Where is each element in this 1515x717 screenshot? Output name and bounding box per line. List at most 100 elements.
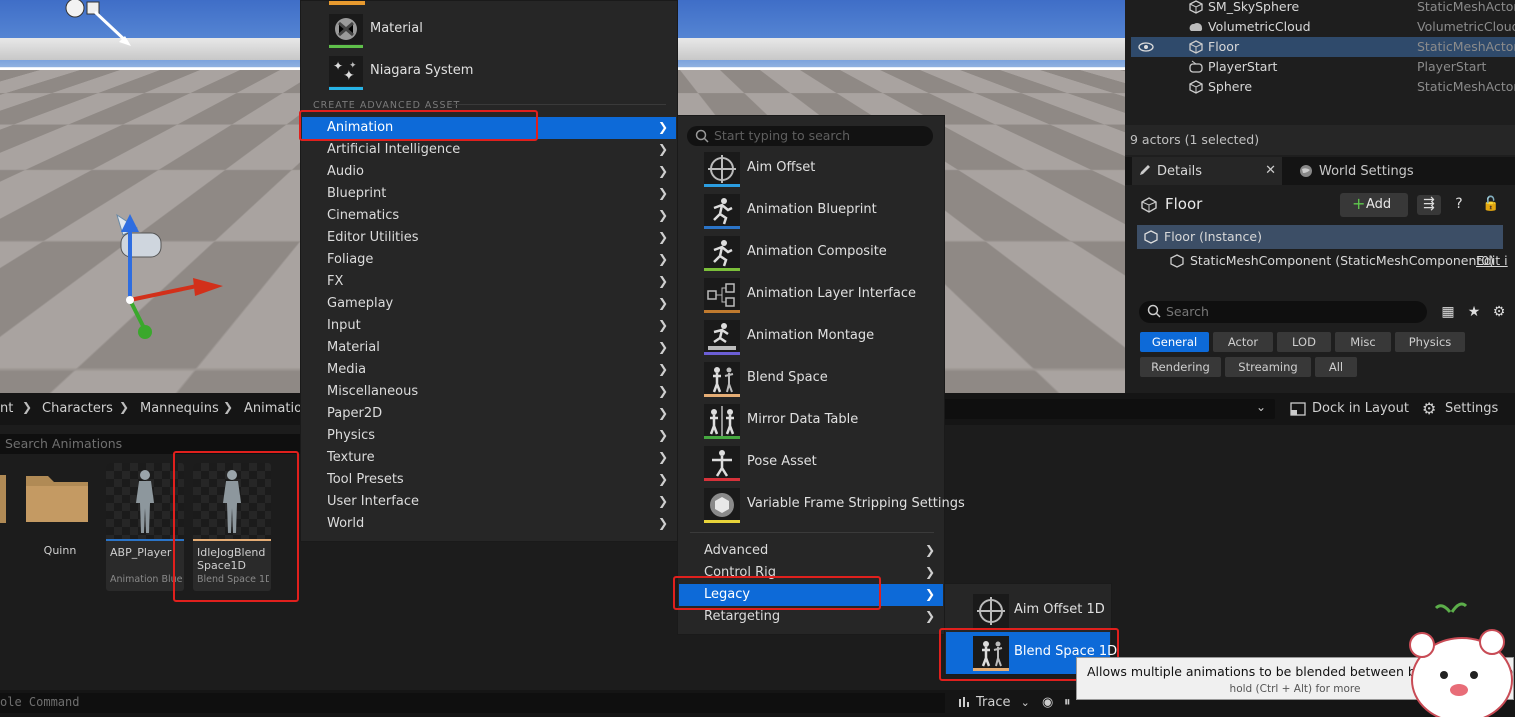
filter-streaming[interactable]: Streaming [1225, 357, 1311, 377]
menu-item-foliage[interactable]: Foliage ❯ [302, 249, 676, 271]
chevron-right-icon: ❯ [657, 142, 668, 156]
menu-item-animation-montage[interactable]: Animation Montage [679, 316, 943, 358]
trace-button[interactable]: Trace ⌄ [958, 695, 1030, 710]
lock-icon[interactable]: 🔓 [1481, 195, 1501, 215]
visibility-eye-icon[interactable] [1138, 41, 1154, 52]
help-icon[interactable]: ? [1449, 195, 1469, 215]
outliner-row-selected[interactable]: Floor StaticMeshActor [1131, 37, 1515, 57]
breadcrumb-item[interactable]: Mannequins [140, 401, 219, 416]
menu-item-aim-offset-1d[interactable]: Aim Offset 1D [946, 590, 1110, 632]
chevron-down-icon[interactable]: ⌄ [1256, 400, 1266, 414]
menu-item-animation-layer-interface[interactable]: Animation Layer Interface [679, 274, 943, 316]
asset-abp-player[interactable]: ABP_Player Animation Blue... [106, 463, 184, 591]
menu-item-pose-asset[interactable]: Pose Asset [679, 442, 943, 484]
menu-item-legacy[interactable]: Legacy ❯ [679, 584, 943, 606]
filter-lod[interactable]: LOD [1277, 332, 1331, 352]
filter-actor[interactable]: Actor [1213, 332, 1273, 352]
filter-misc[interactable]: Misc [1335, 332, 1391, 352]
record-icon[interactable]: ◉ [1042, 695, 1053, 710]
menu-item-blueprint[interactable]: Blueprint ❯ [302, 183, 676, 205]
component-row[interactable]: StaticMeshComponent (StaticMeshComponent… [1137, 249, 1515, 273]
tab-world-label: World Settings [1319, 164, 1414, 179]
menu-item-audio[interactable]: Audio ❯ [302, 161, 676, 183]
menu-item-animation-composite[interactable]: Animation Composite [679, 232, 943, 274]
breadcrumb-item[interactable]: nt [0, 401, 13, 416]
folder-icon[interactable] [0, 475, 6, 523]
cube-icon [704, 488, 740, 522]
transform-gizmo[interactable] [105, 200, 305, 345]
console-command-input[interactable]: ole Command [0, 693, 945, 713]
dock-in-layout-button[interactable]: Dock in Layout [1290, 401, 1409, 416]
menu-item-miscellaneous[interactable]: Miscellaneous ❯ [302, 381, 676, 403]
tab-details[interactable]: Details ✕ [1132, 157, 1282, 185]
outliner-row[interactable]: PlayerStart PlayerStart [1131, 57, 1515, 77]
add-component-button[interactable]: + Add [1340, 193, 1408, 217]
menu-item-media[interactable]: Media ❯ [302, 359, 676, 381]
menu-item-user-interface[interactable]: User Interface ❯ [302, 491, 676, 513]
outliner-row[interactable]: VolumetricCloud VolumetricCloud [1131, 17, 1515, 37]
menu-item-gameplay[interactable]: Gameplay ❯ [302, 293, 676, 315]
menu-item-advanced[interactable]: Advanced ❯ [679, 540, 943, 562]
menu-item-label: Niagara System [370, 63, 474, 78]
menu-item-blend-space[interactable]: Blend Space [679, 358, 943, 400]
table-view-icon[interactable]: ▦ [1438, 303, 1458, 323]
menu-item-mirror-data-table[interactable]: Mirror Data Table [679, 400, 943, 442]
asset-idlejog-blendspace[interactable]: IdleJogBlend Space1D Blend Space 1D [193, 463, 271, 591]
menu-item-physics[interactable]: Physics ❯ [302, 425, 676, 447]
folder-quinn[interactable] [24, 470, 90, 524]
outliner-name: PlayerStart [1208, 59, 1278, 74]
menu-item-control-rig[interactable]: Control Rig ❯ [679, 562, 943, 584]
breadcrumb-item[interactable]: Characters [42, 401, 113, 416]
menu-item-fx[interactable]: FX ❯ [302, 271, 676, 293]
menu-item-editor-utilities[interactable]: Editor Utilities ❯ [302, 227, 676, 249]
filter-all[interactable]: All [1315, 357, 1357, 377]
menu-item-niagara-system[interactable]: ✦ ✦ ✦ Niagara System [302, 51, 676, 93]
menu-item-input[interactable]: Input ❯ [302, 315, 676, 337]
menu-item-texture[interactable]: Texture ❯ [302, 447, 676, 469]
submenu-search-input[interactable]: Start typing to search [687, 126, 933, 146]
menu-item-material[interactable]: Material ❯ [302, 337, 676, 359]
layer-interface-icon [704, 278, 740, 312]
path-bar[interactable] [940, 399, 1275, 419]
menu-item-tool-presets[interactable]: Tool Presets ❯ [302, 469, 676, 491]
asset-type: Blend Space 1D [197, 574, 269, 585]
outliner-row[interactable]: Sphere StaticMeshActor [1131, 77, 1515, 97]
menu-item-animation-blueprint[interactable]: Animation Blueprint [679, 190, 943, 232]
asset-color-bar [704, 394, 740, 397]
filter-general[interactable]: General [1140, 332, 1209, 352]
instance-row[interactable]: Floor (Instance) [1137, 225, 1503, 249]
outliner-name: Floor [1208, 39, 1240, 54]
filter-physics[interactable]: Physics [1395, 332, 1465, 352]
static-mesh-icon [1188, 0, 1204, 15]
filter-rendering[interactable]: Rendering [1140, 357, 1221, 377]
menu-item-label: Animation Composite [747, 244, 887, 259]
chevron-right-icon: ❯ [657, 252, 668, 266]
star-icon[interactable]: ★ [1464, 303, 1484, 323]
menu-item-cinematics[interactable]: Cinematics ❯ [302, 205, 676, 227]
menu-item-label: Mirror Data Table [747, 412, 859, 427]
menu-item-material[interactable]: Material [302, 9, 676, 51]
outliner-row[interactable]: SM_SkySphere StaticMeshActor [1131, 0, 1515, 17]
edit-link[interactable]: Edit i [1476, 253, 1508, 268]
settings-button[interactable]: ⚙ Settings [1422, 399, 1498, 418]
menu-item-ai[interactable]: Artificial Intelligence ❯ [302, 139, 676, 161]
menu-item-aim-offset[interactable]: Aim Offset [679, 148, 943, 190]
menu-item-animation[interactable]: Animation ❯ [302, 117, 676, 139]
menu-item-variable-frame-stripping[interactable]: Variable Frame Stripping Settings [679, 484, 965, 526]
trace-label: Trace [976, 695, 1011, 710]
blueprint-icon[interactable]: ⇶ [1417, 195, 1441, 215]
menu-item-paper2d[interactable]: Paper2D ❯ [302, 403, 676, 425]
pause-icon[interactable]: ⏸ [1064, 695, 1071, 710]
directional-light-icon[interactable] [55, 0, 135, 50]
asset-search-input[interactable]: Search Animations [0, 434, 300, 454]
gear-icon[interactable]: ⚙ [1489, 303, 1509, 323]
tab-world-settings[interactable]: World Settings [1295, 157, 1495, 185]
close-icon[interactable]: ✕ [1265, 163, 1276, 178]
details-search-input[interactable]: Search [1139, 301, 1427, 323]
menu-item-world[interactable]: World ❯ [302, 513, 676, 535]
chevron-right-icon: ❯ [657, 406, 668, 420]
menu-item-retargeting[interactable]: Retargeting ❯ [679, 606, 943, 628]
chevron-right-icon: ❯ [657, 428, 668, 442]
menu-item-label: Aim Offset [747, 160, 816, 175]
player-start-icon [1188, 59, 1204, 75]
